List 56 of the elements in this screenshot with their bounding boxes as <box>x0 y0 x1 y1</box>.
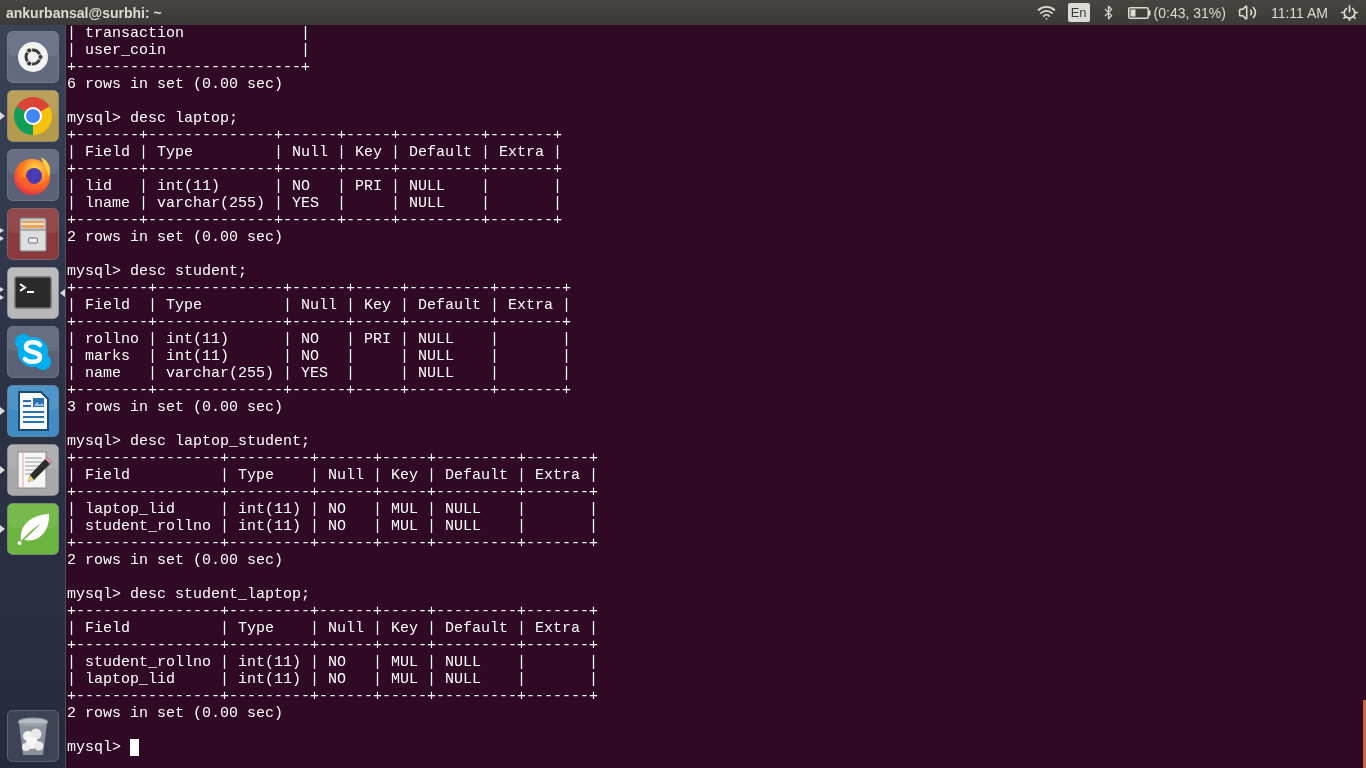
leaf-icon[interactable] <box>6 503 59 555</box>
terminal-line: | Field | Type | Null | Key | Default | Extra | <box>67 467 599 484</box>
command-line: mysql> desc laptop; <box>67 110 239 127</box>
keyboard-layout-indicator[interactable]: En <box>1067 3 1090 22</box>
terminal-line: +-------------------------+ <box>67 59 311 76</box>
terminal-line: +----------------+---------+------+-----+---------+-------+ <box>67 535 599 552</box>
terminal-line: 2 rows in set (0.00 sec) <box>67 229 284 246</box>
terminal-line: | transaction | <box>67 25 311 42</box>
battery-status[interactable]: (0:43, 31%) <box>1153 4 1226 21</box>
terminal-line: +-------+--------------+------+-----+---------+-------+ <box>67 161 563 178</box>
command-line: mysql> desc student_laptop; <box>67 586 311 603</box>
volume-icon[interactable] <box>1237 3 1257 22</box>
text-cursor <box>130 739 139 756</box>
terminal-line: +----------------+---------+------+-----+---------+-------+ <box>67 450 599 467</box>
terminal-line: +--------+--------------+------+-----+---------+-------+ <box>67 382 572 399</box>
file-cabinet-icon[interactable] <box>6 208 59 260</box>
terminal-line: +----------------+---------+------+-----+---------+-------+ <box>67 637 599 654</box>
terminal-line: | name | varchar(255) | YES | | NULL | | <box>67 365 572 382</box>
terminal-line: | lname | varchar(255) | YES | | NULL | | <box>67 195 563 212</box>
terminal-line: +----------------+---------+------+-----+---------+-------+ <box>67 484 599 501</box>
terminal-icon[interactable] <box>6 267 59 319</box>
window-title: ankurbansal@surbhi: ~ <box>6 4 162 21</box>
flame-globe-icon[interactable] <box>6 149 59 201</box>
terminal-line: | user_coin | <box>67 42 311 59</box>
terminal-line: | marks | int(11) | NO | | NULL | | <box>67 348 572 365</box>
terminal-line: +--------+--------------+------+-----+---------+-------+ <box>67 280 572 297</box>
terminal-line: +--------+--------------+------+-----+---------+-------+ <box>67 314 572 331</box>
power-icon[interactable] <box>1341 4 1358 21</box>
clock[interactable]: 11:11 AM <box>1270 4 1328 21</box>
circle-logo-icon[interactable] <box>6 31 59 83</box>
notepad-pencil-icon[interactable] <box>6 444 59 496</box>
swirl-cloud-icon[interactable] <box>6 326 59 378</box>
prompt: mysql> <box>67 739 121 756</box>
command-line: mysql> desc student; <box>67 263 248 280</box>
terminal-line: | lid | int(11) | NO | PRI | NULL | | <box>67 178 563 195</box>
terminal-line: | laptop_lid | int(11) | NO | MUL | NULL | | <box>67 501 599 518</box>
terminal-line: 2 rows in set (0.00 sec) <box>67 552 284 569</box>
terminal-line: 3 rows in set (0.00 sec) <box>67 399 284 416</box>
trash-icon[interactable] <box>6 710 59 762</box>
terminal-line: +----------------+---------+------+-----+---------+-------+ <box>67 603 599 620</box>
wifi-icon[interactable] <box>1036 3 1056 22</box>
terminal-line: 2 rows in set (0.00 sec) <box>67 705 284 722</box>
terminal-line: | student_rollno | int(11) | NO | MUL | NULL | | <box>67 518 599 535</box>
terminal-line: | rollno | int(11) | NO | PRI | NULL | | <box>67 331 572 348</box>
terminal-line: +-------+--------------+------+-----+---------+-------+ <box>67 212 563 229</box>
terminal-line: | student_rollno | int(11) | NO | MUL | NULL | | <box>67 654 599 671</box>
terminal-line: +----------------+---------+------+-----+---------+-------+ <box>67 688 599 705</box>
terminal-line: 6 rows in set (0.00 sec) <box>67 76 284 93</box>
battery-icon[interactable] <box>1127 6 1151 19</box>
terminal-line: +-------+--------------+------+-----+---------+-------+ <box>67 127 563 144</box>
terminal-line: | Field | Type | Null | Key | Default | Extra | <box>67 620 599 637</box>
terminal-line: | laptop_lid | int(11) | NO | MUL | NULL | | <box>67 671 599 688</box>
document-icon[interactable] <box>6 385 59 437</box>
terminal-line: | Field | Type | Null | Key | Default | Extra | <box>67 297 572 314</box>
command-line: mysql> desc laptop_student; <box>67 433 311 450</box>
terminal-line: | Field | Type | Null | Key | Default | Extra | <box>67 144 563 161</box>
